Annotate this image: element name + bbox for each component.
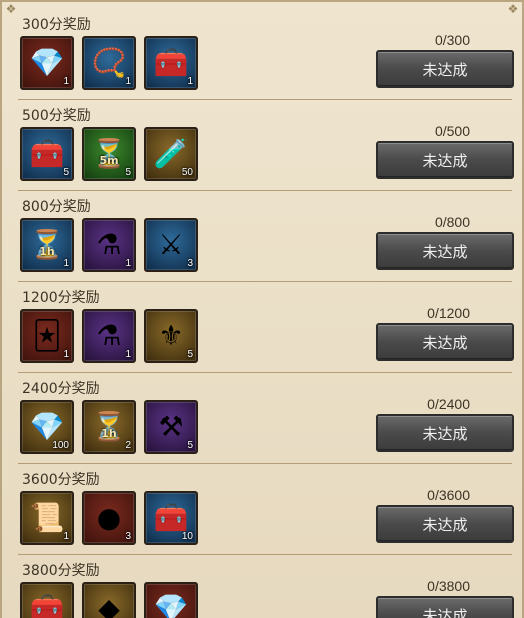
reward-item-slot[interactable]: 🧰 (20, 582, 74, 618)
claim-button[interactable]: 未达成 (376, 232, 514, 270)
reward-row: 3800分奖励 🧰 ◆ 💎 0/3800 未达成 (16, 556, 514, 618)
item-count: 5 (125, 167, 131, 178)
item-count: 2 (125, 440, 131, 451)
item-count: 5 (187, 440, 193, 451)
speedup-duration-label: 1h (39, 245, 55, 258)
reward-item-slot[interactable]: ⚔ 3 (144, 218, 198, 272)
progress-text: 0/3600 (427, 487, 470, 503)
progress-text: 0/2400 (427, 396, 470, 412)
reward-row: 1200分奖励 🃏 1 ⚗ 1 ⚜ 5 0/1200 未达成 (16, 283, 514, 373)
item-count: 3 (125, 531, 131, 542)
row-divider (18, 281, 512, 282)
row-divider (18, 190, 512, 191)
reward-panel: ❖ ❖ 300分奖励 💎 1 📿 1 🧰 1 0/300 未达成 500分奖励 🧰 5 ⏳ 5m 5 🧪 50 0… (0, 0, 524, 618)
claim-button[interactable]: 未达成 (376, 323, 514, 361)
item-count: 5 (187, 349, 193, 360)
red-gem-icon: 💎 (153, 592, 189, 618)
reward-row: 500分奖励 🧰 5 ⏳ 5m 5 🧪 50 0/500 未达成 (16, 101, 514, 191)
item-count: 1 (125, 76, 131, 87)
reward-item-slot[interactable]: 🃏 1 (20, 309, 74, 363)
reward-item-slot[interactable]: 🧪 50 (144, 127, 198, 181)
claim-button[interactable]: 未达成 (376, 141, 514, 179)
reward-row: 800分奖励 ⏳ 1h 1 ⚗ 1 ⚔ 3 0/800 未达成 (16, 192, 514, 282)
row-divider (18, 554, 512, 555)
reward-item-slot[interactable]: ⏳ 5m 5 (82, 127, 136, 181)
reward-tier-title: 300分奖励 (22, 17, 91, 33)
item-count: 1 (63, 76, 69, 87)
reward-item-slot[interactable]: ◆ (82, 582, 136, 618)
reward-item-slot[interactable]: 💎 (144, 582, 198, 618)
reward-tier-title: 2400分奖励 (22, 381, 100, 397)
item-count: 1 (187, 76, 193, 87)
row-divider (18, 463, 512, 464)
item-count: 1 (125, 258, 131, 269)
reward-item-slot[interactable]: 💎 1 (20, 36, 74, 90)
item-count: 1 (63, 258, 69, 269)
reward-item-slot[interactable]: 🧰 1 (144, 36, 198, 90)
reward-tier-title: 1200分奖励 (22, 290, 100, 306)
speedup-duration-label: 5m (99, 154, 119, 167)
reward-item-slot[interactable]: ⚜ 5 (144, 309, 198, 363)
item-count: 3 (187, 258, 193, 269)
item-count: 1 (63, 531, 69, 542)
item-count: 10 (181, 531, 193, 542)
gold-chest-icon: 🧰 (29, 592, 65, 618)
reward-row: 300分奖励 💎 1 📿 1 🧰 1 0/300 未达成 (16, 10, 514, 100)
reward-item-slot[interactable]: ⚗ 1 (82, 218, 136, 272)
reward-item-slot[interactable]: ⚗ 1 (82, 309, 136, 363)
item-count: 5 (63, 167, 69, 178)
progress-text: 0/500 (434, 123, 470, 139)
reward-item-slot[interactable]: ● 3 (82, 491, 136, 545)
item-count: 100 (52, 440, 69, 451)
reward-tier-title: 3600分奖励 (22, 472, 100, 488)
reward-item-slot[interactable]: 📿 1 (82, 36, 136, 90)
item-count: 50 (181, 167, 193, 178)
reward-tier-title: 3800分奖励 (22, 563, 100, 579)
progress-text: 0/300 (434, 32, 470, 48)
reward-row: 2400分奖励 💎 100 ⏳ 1h 2 ⚒ 5 0/2400 未达成 (16, 374, 514, 464)
reward-item-slot[interactable]: ⚒ 5 (144, 400, 198, 454)
reward-item-slot[interactable]: ⏳ 1h 2 (82, 400, 136, 454)
reward-row: 3600分奖励 📜 1 ● 3 🧰 10 0/3600 未达成 (16, 465, 514, 555)
reward-item-slot[interactable]: 💎 100 (20, 400, 74, 454)
reward-item-slot[interactable]: ⏳ 1h 1 (20, 218, 74, 272)
row-divider (18, 99, 512, 100)
progress-text: 0/1200 (427, 305, 470, 321)
progress-text: 0/800 (434, 214, 470, 230)
reward-item-slot[interactable]: 🧰 5 (20, 127, 74, 181)
reward-tier-title: 500分奖励 (22, 108, 91, 124)
row-divider (18, 372, 512, 373)
reward-tier-title: 800分奖励 (22, 199, 91, 215)
claim-button[interactable]: 未达成 (376, 50, 514, 88)
item-count: 1 (63, 349, 69, 360)
claim-button[interactable]: 未达成 (376, 596, 514, 618)
speedup-duration-label: 1h (101, 427, 117, 440)
claim-button[interactable]: 未达成 (376, 505, 514, 543)
reward-item-slot[interactable]: 🧰 10 (144, 491, 198, 545)
gold-ore-icon: ◆ (98, 592, 120, 618)
reward-item-slot[interactable]: 📜 1 (20, 491, 74, 545)
item-count: 1 (125, 349, 131, 360)
progress-text: 0/3800 (427, 578, 470, 594)
claim-button[interactable]: 未达成 (376, 414, 514, 452)
